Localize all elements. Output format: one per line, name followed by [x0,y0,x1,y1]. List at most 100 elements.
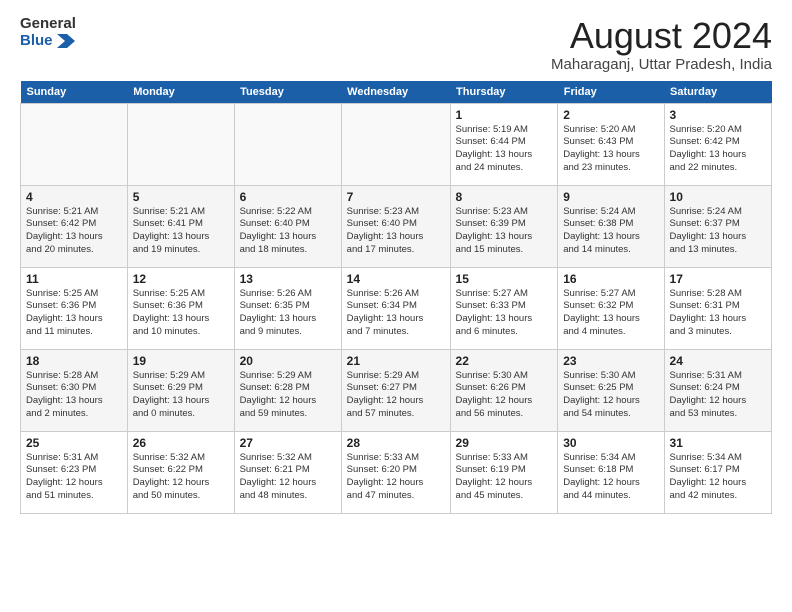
day-number: 11 [26,272,122,286]
day-number: 9 [563,190,658,204]
day-info: Sunrise: 5:20 AMSunset: 6:42 PMDaylight:… [670,124,766,175]
day-number: 5 [133,190,229,204]
day-info: Sunrise: 5:23 AMSunset: 6:40 PMDaylight:… [347,206,445,257]
day-info: Sunrise: 5:32 AMSunset: 6:22 PMDaylight:… [133,452,229,503]
day-info: Sunrise: 5:31 AMSunset: 6:24 PMDaylight:… [670,370,766,421]
day-info: Sunrise: 5:30 AMSunset: 6:26 PMDaylight:… [456,370,553,421]
calendar-cell: 2 Sunrise: 5:20 AMSunset: 6:43 PMDaylight… [558,103,664,185]
day-number: 7 [347,190,445,204]
col-header-thursday: Thursday [450,81,558,104]
day-number: 23 [563,354,658,368]
day-info: Sunrise: 5:21 AMSunset: 6:42 PMDaylight:… [26,206,122,257]
calendar-cell [127,103,234,185]
day-number: 18 [26,354,122,368]
week-row-4: 18 Sunrise: 5:28 AMSunset: 6:30 PMDayligh… [21,349,772,431]
day-info: Sunrise: 5:26 AMSunset: 6:34 PMDaylight:… [347,288,445,339]
calendar-cell: 8Sunrise: 5:23 AMSunset: 6:39 PMDaylight… [450,185,558,267]
calendar-cell: 26 Sunrise: 5:32 AMSunset: 6:22 PMDayligh… [127,431,234,513]
day-info: Sunrise: 5:33 AMSunset: 6:19 PMDaylight:… [456,452,553,503]
day-number: 6 [240,190,336,204]
day-number: 2 [563,108,658,122]
calendar-cell: 9 Sunrise: 5:24 AMSunset: 6:38 PMDaylight… [558,185,664,267]
calendar-cell [341,103,450,185]
day-number: 3 [670,108,766,122]
day-info: Sunrise: 5:29 AMSunset: 6:28 PMDaylight:… [240,370,336,421]
calendar-cell: 18 Sunrise: 5:28 AMSunset: 6:30 PMDayligh… [21,349,128,431]
calendar-cell: 6Sunrise: 5:22 AMSunset: 6:40 PMDaylight… [234,185,341,267]
calendar-cell [21,103,128,185]
calendar-cell: 14Sunrise: 5:26 AMSunset: 6:34 PMDayligh… [341,267,450,349]
day-number: 20 [240,354,336,368]
day-number: 16 [563,272,658,286]
day-info: Sunrise: 5:27 AMSunset: 6:32 PMDaylight:… [563,288,658,339]
day-number: 22 [456,354,553,368]
calendar-cell: 11 Sunrise: 5:25 AMSunset: 6:36 PMDayligh… [21,267,128,349]
col-header-tuesday: Tuesday [234,81,341,104]
col-header-friday: Friday [558,81,664,104]
day-info: Sunrise: 5:34 AMSunset: 6:17 PMDaylight:… [670,452,766,503]
calendar-cell: 20 Sunrise: 5:29 AMSunset: 6:28 PMDayligh… [234,349,341,431]
day-number: 25 [26,436,122,450]
day-number: 4 [26,190,122,204]
calendar-cell: 16 Sunrise: 5:27 AMSunset: 6:32 PMDayligh… [558,267,664,349]
calendar-cell: 3 Sunrise: 5:20 AMSunset: 6:42 PMDaylight… [664,103,771,185]
calendar-cell: 29 Sunrise: 5:33 AMSunset: 6:19 PMDayligh… [450,431,558,513]
calendar-cell: 21Sunrise: 5:29 AMSunset: 6:27 PMDayligh… [341,349,450,431]
title-area: August 2024 Maharaganj, Uttar Pradesh, I… [551,16,772,73]
day-number: 29 [456,436,553,450]
day-number: 27 [240,436,336,450]
day-info: Sunrise: 5:33 AMSunset: 6:20 PMDaylight:… [347,452,445,503]
calendar-cell: 4 Sunrise: 5:21 AMSunset: 6:42 PMDaylight… [21,185,128,267]
calendar-cell: 12 Sunrise: 5:25 AMSunset: 6:36 PMDayligh… [127,267,234,349]
calendar-cell: 24Sunrise: 5:31 AMSunset: 6:24 PMDayligh… [664,349,771,431]
day-info: Sunrise: 5:26 AMSunset: 6:35 PMDaylight:… [240,288,336,339]
calendar-cell: 22 Sunrise: 5:30 AMSunset: 6:26 PMDayligh… [450,349,558,431]
week-row-5: 25 Sunrise: 5:31 AMSunset: 6:23 PMDayligh… [21,431,772,513]
calendar-cell: 31 Sunrise: 5:34 AMSunset: 6:17 PMDayligh… [664,431,771,513]
calendar-cell: 1Sunrise: 5:19 AMSunset: 6:44 PMDaylight… [450,103,558,185]
day-number: 13 [240,272,336,286]
calendar-cell: 27 Sunrise: 5:32 AMSunset: 6:21 PMDayligh… [234,431,341,513]
calendar-body: 1Sunrise: 5:19 AMSunset: 6:44 PMDaylight… [21,103,772,513]
month-title: August 2024 [551,16,772,56]
day-number: 12 [133,272,229,286]
day-number: 31 [670,436,766,450]
day-info: Sunrise: 5:31 AMSunset: 6:23 PMDaylight:… [26,452,122,503]
day-info: Sunrise: 5:29 AMSunset: 6:29 PMDaylight:… [133,370,229,421]
calendar-cell [234,103,341,185]
calendar-header-row: SundayMondayTuesdayWednesdayThursdayFrid… [21,81,772,104]
day-info: Sunrise: 5:25 AMSunset: 6:36 PMDaylight:… [26,288,122,339]
calendar-cell: 17Sunrise: 5:28 AMSunset: 6:31 PMDayligh… [664,267,771,349]
col-header-sunday: Sunday [21,81,128,104]
calendar-cell: 30Sunrise: 5:34 AMSunset: 6:18 PMDayligh… [558,431,664,513]
calendar-cell: 13 Sunrise: 5:26 AMSunset: 6:35 PMDayligh… [234,267,341,349]
calendar-cell: 5Sunrise: 5:21 AMSunset: 6:41 PMDaylight… [127,185,234,267]
day-number: 15 [456,272,553,286]
week-row-3: 11 Sunrise: 5:25 AMSunset: 6:36 PMDayligh… [21,267,772,349]
logo-general: General [20,16,76,33]
calendar-cell: 15 Sunrise: 5:27 AMSunset: 6:33 PMDayligh… [450,267,558,349]
day-number: 1 [456,108,553,122]
day-number: 10 [670,190,766,204]
col-header-saturday: Saturday [664,81,771,104]
day-info: Sunrise: 5:32 AMSunset: 6:21 PMDaylight:… [240,452,336,503]
col-header-wednesday: Wednesday [341,81,450,104]
day-info: Sunrise: 5:27 AMSunset: 6:33 PMDaylight:… [456,288,553,339]
day-info: Sunrise: 5:28 AMSunset: 6:31 PMDaylight:… [670,288,766,339]
day-number: 30 [563,436,658,450]
day-info: Sunrise: 5:28 AMSunset: 6:30 PMDaylight:… [26,370,122,421]
calendar-cell: 25 Sunrise: 5:31 AMSunset: 6:23 PMDayligh… [21,431,128,513]
day-number: 28 [347,436,445,450]
day-number: 8 [456,190,553,204]
calendar-cell: 23Sunrise: 5:30 AMSunset: 6:25 PMDayligh… [558,349,664,431]
day-number: 19 [133,354,229,368]
day-info: Sunrise: 5:20 AMSunset: 6:43 PMDaylight:… [563,124,658,175]
calendar-cell: 7 Sunrise: 5:23 AMSunset: 6:40 PMDaylight… [341,185,450,267]
day-number: 26 [133,436,229,450]
day-info: Sunrise: 5:25 AMSunset: 6:36 PMDaylight:… [133,288,229,339]
week-row-2: 4 Sunrise: 5:21 AMSunset: 6:42 PMDaylight… [21,185,772,267]
day-info: Sunrise: 5:24 AMSunset: 6:38 PMDaylight:… [563,206,658,257]
calendar-table: SundayMondayTuesdayWednesdayThursdayFrid… [20,81,772,514]
day-info: Sunrise: 5:24 AMSunset: 6:37 PMDaylight:… [670,206,766,257]
calendar-cell: 10 Sunrise: 5:24 AMSunset: 6:37 PMDayligh… [664,185,771,267]
